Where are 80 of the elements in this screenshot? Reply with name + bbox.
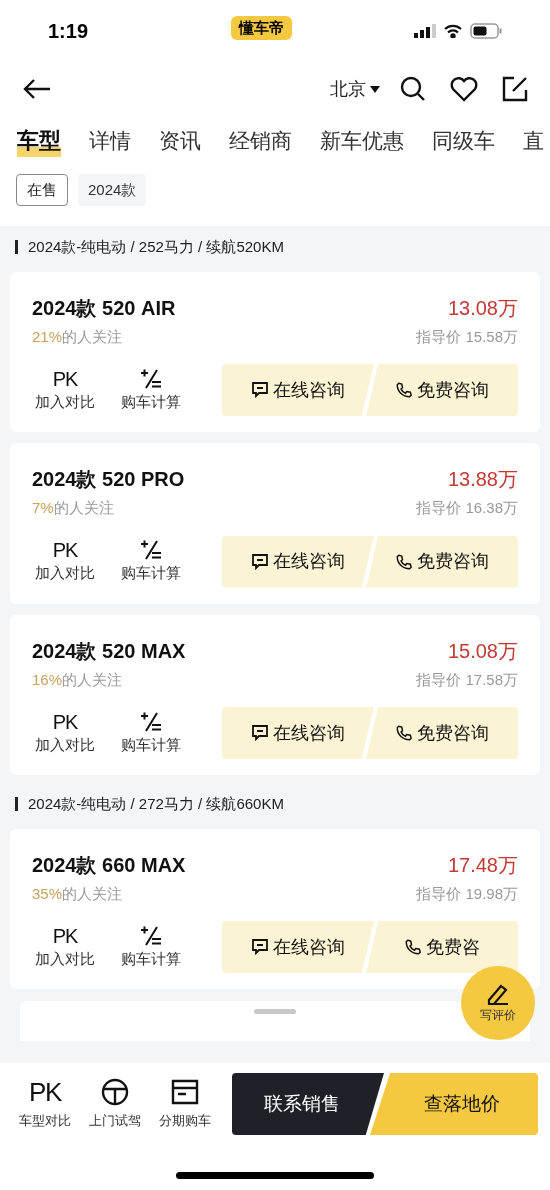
compare-button[interactable]: PK 加入对比 bbox=[32, 538, 98, 585]
pen-icon bbox=[485, 982, 511, 1006]
chat-icon bbox=[251, 724, 269, 742]
tab[interactable]: 资讯 bbox=[159, 125, 201, 157]
tab[interactable]: 直 bbox=[523, 125, 544, 157]
calculator-button[interactable]: 购车计算 bbox=[116, 538, 186, 585]
phone-icon bbox=[404, 938, 422, 956]
guide-price: 指导价 17.58万 bbox=[416, 669, 518, 690]
car-price: 13.08万 bbox=[447, 295, 518, 321]
car-price: 13.88万 bbox=[447, 467, 518, 492]
calculator-button[interactable]: 购车计算 bbox=[116, 366, 186, 414]
free-call-button[interactable]: 免费咨 bbox=[366, 921, 518, 973]
free-call-button[interactable]: 免费咨询 bbox=[366, 707, 518, 759]
attention-label: 的人关注 bbox=[53, 498, 114, 518]
car-name[interactable]: 2024款 660 MAX bbox=[32, 850, 186, 879]
phone-icon bbox=[395, 381, 413, 399]
bottom-action[interactable]: PK 车型对比 bbox=[10, 1073, 80, 1131]
city-selector[interactable]: 北京 bbox=[330, 75, 380, 103]
drag-handle[interactable] bbox=[254, 1009, 296, 1014]
calculator-icon bbox=[139, 539, 163, 562]
compare-button[interactable]: PK 加入对比 bbox=[32, 709, 98, 757]
signal-icon bbox=[414, 24, 436, 38]
online-consult-button[interactable]: 在线咨询 bbox=[222, 707, 374, 759]
car-price: 17.48万 bbox=[447, 852, 518, 878]
app-badge: 懂车帝 bbox=[231, 16, 292, 40]
battery-icon bbox=[470, 23, 502, 39]
phone-icon bbox=[395, 724, 413, 742]
car-name[interactable]: 2024款 520 AIR bbox=[32, 293, 176, 322]
attention-label: 的人关注 bbox=[62, 883, 123, 904]
online-consult-button[interactable]: 在线咨询 bbox=[222, 535, 374, 588]
online-consult-button[interactable]: 在线咨询 bbox=[222, 921, 374, 973]
calculator-button[interactable]: 购车计算 bbox=[116, 709, 186, 757]
calculator-icon bbox=[139, 710, 163, 733]
section-header: 2024款-纯电动 / 272马力 / 续航660KM bbox=[28, 794, 284, 814]
edit-icon[interactable] bbox=[502, 76, 528, 102]
guide-price: 指导价 19.98万 bbox=[416, 883, 518, 904]
attention-label: 的人关注 bbox=[62, 669, 123, 690]
attention-percent: 7% bbox=[32, 498, 54, 518]
car-price: 15.08万 bbox=[447, 638, 518, 664]
compare-button[interactable]: PK 加入对比 bbox=[32, 366, 98, 414]
back-arrow-icon[interactable] bbox=[22, 78, 52, 100]
car-name[interactable]: 2024款 520 MAX bbox=[32, 636, 186, 665]
section-marker bbox=[15, 797, 18, 812]
calculator-button[interactable]: 购车计算 bbox=[116, 923, 186, 971]
car-name[interactable]: 2024款 520 PRO bbox=[32, 465, 185, 493]
calculator-icon bbox=[139, 924, 163, 947]
online-consult-button[interactable]: 在线咨询 bbox=[222, 364, 374, 416]
status-time: 1:19 bbox=[48, 19, 89, 44]
wifi-icon bbox=[444, 24, 462, 38]
guide-price: 指导价 15.58万 bbox=[416, 326, 518, 347]
bottom-action[interactable]: 分期购车 bbox=[150, 1073, 220, 1131]
free-call-button[interactable]: 免费咨询 bbox=[366, 364, 518, 416]
contact-sales-button[interactable]: 联系销售 bbox=[232, 1073, 384, 1135]
tab[interactable]: 新车优惠 bbox=[320, 125, 404, 157]
filter-chip[interactable]: 在售 bbox=[16, 174, 68, 206]
attention-label: 的人关注 bbox=[62, 326, 123, 347]
steering-wheel-icon bbox=[101, 1078, 129, 1106]
free-call-button[interactable]: 免费咨询 bbox=[366, 535, 518, 588]
tab[interactable]: 经销商 bbox=[229, 125, 292, 157]
calculator-icon bbox=[139, 367, 163, 390]
compare-button[interactable]: PK 加入对比 bbox=[32, 923, 98, 971]
chat-icon bbox=[251, 381, 269, 399]
chat-icon bbox=[251, 938, 269, 956]
chat-icon bbox=[251, 552, 269, 571]
section-header: 2024款-纯电动 / 252马力 / 续航520KM bbox=[28, 237, 284, 257]
card-icon bbox=[171, 1079, 199, 1105]
section-marker bbox=[15, 240, 18, 255]
attention-percent: 35% bbox=[32, 883, 63, 904]
dropdown-caret-icon bbox=[370, 85, 380, 93]
attention-percent: 21% bbox=[32, 326, 63, 347]
phone-icon bbox=[395, 552, 413, 571]
filter-chip[interactable]: 2024款 bbox=[78, 174, 147, 206]
bottom-action[interactable]: 上门试驾 bbox=[80, 1073, 150, 1131]
tab[interactable]: 详情 bbox=[89, 125, 131, 157]
heart-icon[interactable] bbox=[450, 76, 478, 102]
check-price-button[interactable]: 查落地价 bbox=[370, 1073, 538, 1135]
attention-percent: 16% bbox=[32, 669, 63, 690]
search-icon[interactable] bbox=[400, 76, 426, 102]
tab[interactable]: 同级车 bbox=[432, 125, 495, 157]
guide-price: 指导价 16.38万 bbox=[416, 498, 518, 518]
